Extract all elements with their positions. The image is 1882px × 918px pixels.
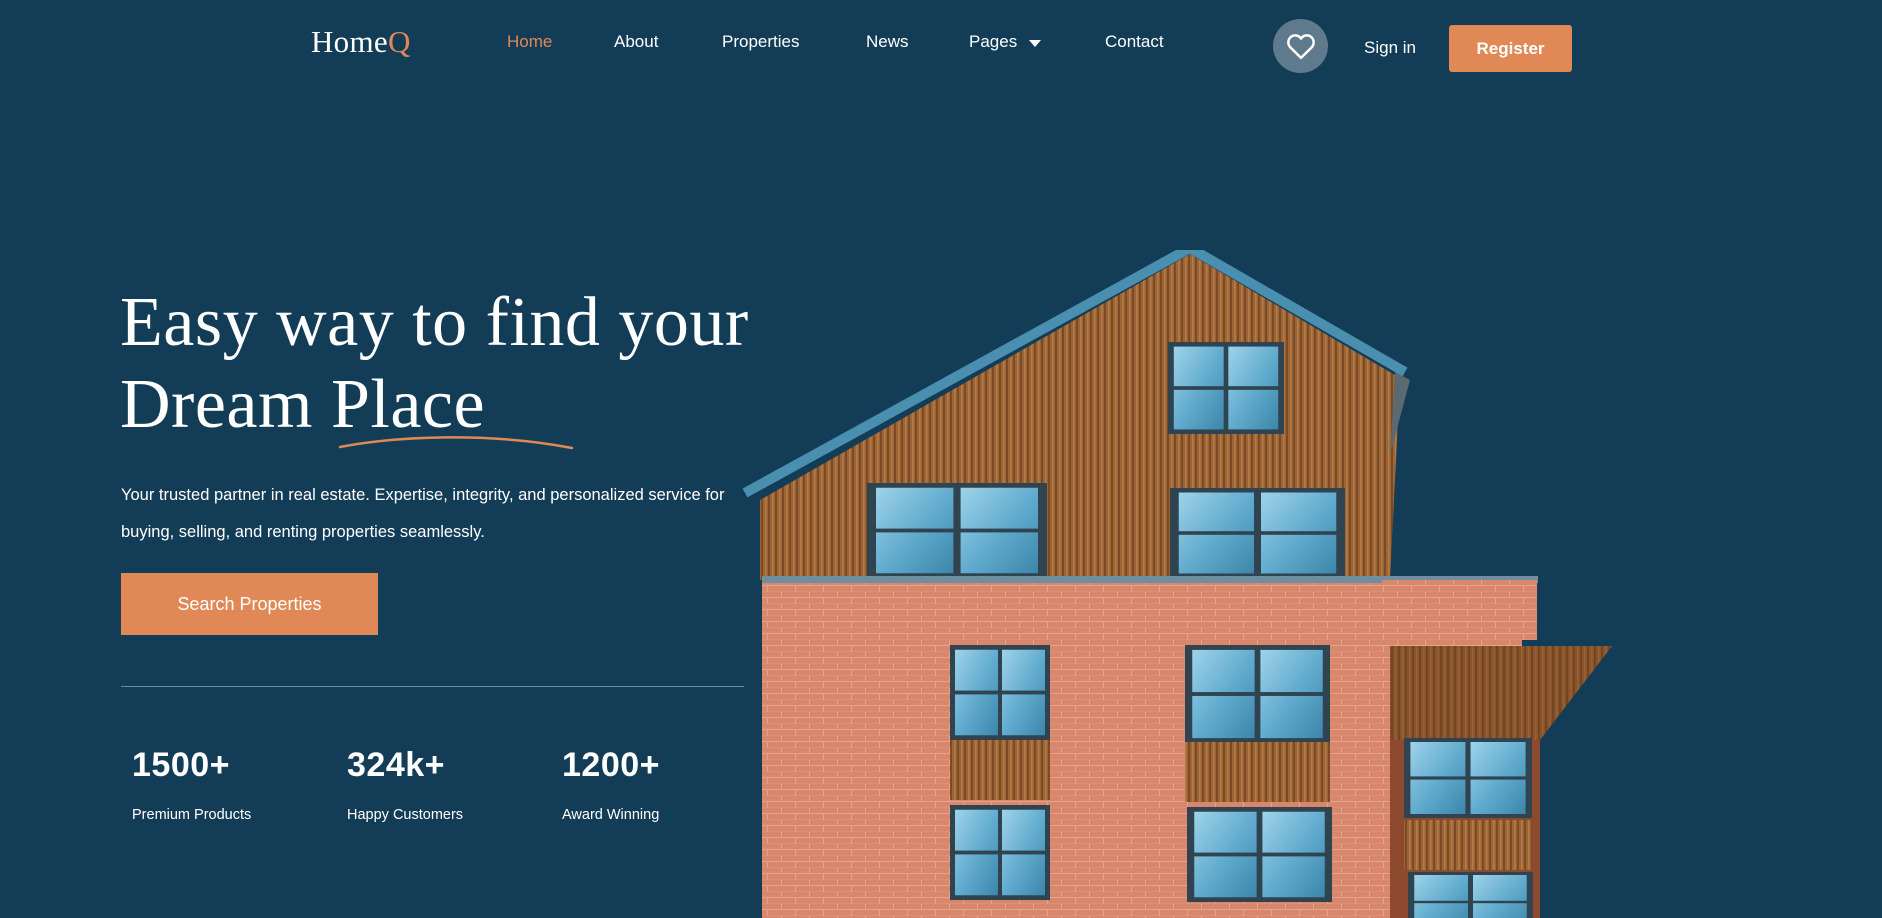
caret-down-icon — [1029, 39, 1042, 47]
hero-description: Your trusted partner in real estate. Exp… — [121, 486, 725, 541]
stat-label: Happy Customers — [347, 807, 464, 823]
stat-premium-products: 1500+ Premium Products — [132, 746, 251, 823]
heart-icon — [1286, 34, 1315, 60]
stat-value: 324k+ — [347, 746, 445, 784]
hero-title: Easy way to find your Dream Place — [120, 282, 780, 446]
logo-accent: Q — [387, 24, 411, 59]
nav-contact[interactable]: Contact — [1105, 32, 1164, 52]
search-properties-button[interactable]: Search Properties — [121, 573, 378, 635]
stat-value: 1200+ — [562, 746, 660, 784]
sign-in-link[interactable]: Sign in — [1364, 38, 1416, 58]
nav-pages-dropdown[interactable]: Pages — [969, 32, 1042, 52]
stats-divider — [121, 686, 744, 687]
nav-home[interactable]: Home — [507, 32, 552, 52]
stat-label: Award Winning — [562, 807, 660, 823]
nav-news[interactable]: News — [866, 32, 909, 52]
title-underline-decoration — [338, 436, 574, 450]
stat-value: 1500+ — [132, 746, 230, 784]
register-button[interactable]: Register — [1449, 25, 1572, 72]
stat-happy-customers: 324k+ Happy Customers — [347, 746, 463, 823]
stat-award-winning: 1200+ Award Winning — [562, 746, 660, 823]
wishlist-button[interactable] — [1273, 19, 1328, 73]
nav-pages-label: Pages — [969, 32, 1018, 51]
nav-about[interactable]: About — [614, 32, 658, 52]
site-logo[interactable]: HomeQ — [311, 24, 411, 60]
hero-title-line1: Easy way to find your — [120, 284, 749, 361]
hero-house-image — [742, 250, 1612, 918]
stat-label: Premium Products — [132, 807, 252, 823]
nav-properties[interactable]: Properties — [722, 32, 799, 52]
logo-text: Home — [311, 24, 388, 59]
